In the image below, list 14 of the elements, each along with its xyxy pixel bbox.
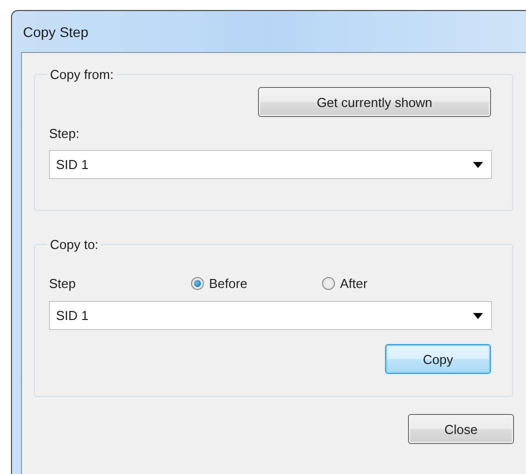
step-dropdown[interactable]: SID 1 — [49, 150, 492, 179]
window-title: Copy Step — [23, 24, 88, 40]
position-radio[interactable]: After — [322, 276, 453, 291]
group-title: Copy from: — [49, 67, 115, 82]
get-currently-shown-button[interactable]: Get currently shown — [258, 87, 491, 117]
group-title: Copy to: — [49, 237, 100, 252]
step-label: Step: — [49, 126, 80, 141]
close-button[interactable]: Close — [408, 414, 514, 444]
dropdown-arrow-icon — [473, 312, 483, 318]
step-dropdown[interactable]: SID 1 — [49, 301, 492, 330]
step-label: Step — [49, 276, 77, 291]
position-radio[interactable]: Before — [191, 276, 322, 291]
dropdown-arrow-icon — [473, 162, 483, 168]
copy-button[interactable]: Copy — [385, 344, 491, 374]
